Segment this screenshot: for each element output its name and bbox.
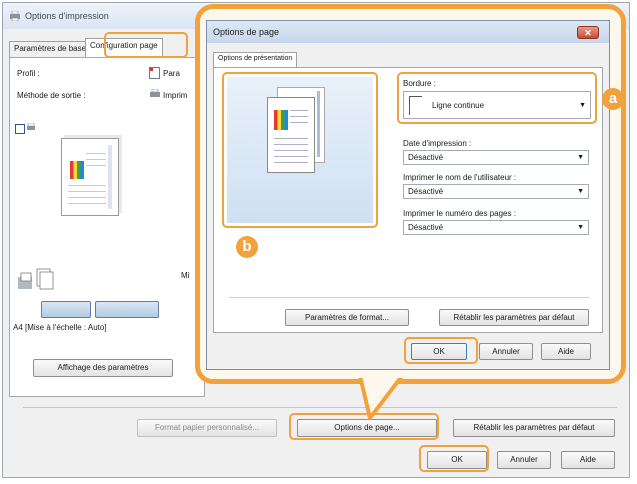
print-page-number-select[interactable]: Désactivé ▼: [403, 220, 589, 235]
booklet-layout-button[interactable]: [95, 301, 159, 318]
divider: [23, 407, 617, 408]
page-setup-tab-highlight: [104, 32, 188, 58]
dialog-restore-defaults-button[interactable]: Rétablir les paramètres par défaut: [439, 309, 589, 326]
printer-output-icon: [149, 88, 161, 101]
ok-button-highlight: [419, 445, 489, 472]
print-user-label: Imprimer le nom de l'utilisateur :: [403, 173, 517, 182]
side-label: Mi: [181, 271, 190, 280]
print-date-value: Désactivé: [408, 153, 444, 162]
dialog-help-button[interactable]: Aide: [541, 343, 591, 360]
tab-basic-settings[interactable]: Paramètres de base: [9, 41, 92, 58]
tab-content-panel: [9, 57, 205, 397]
duplex-layout-button[interactable]: [41, 301, 91, 318]
preview-mode-icon[interactable]: [15, 124, 25, 134]
format-settings-button[interactable]: Paramètres de format...: [285, 309, 409, 326]
tab-layout-options[interactable]: Options de présentation: [213, 52, 298, 68]
profile-icon: [149, 67, 160, 79]
print-user-value: Désactivé: [408, 187, 444, 196]
preview-highlight: [222, 72, 378, 228]
close-icon[interactable]: ✕: [577, 26, 599, 39]
help-button[interactable]: Aide: [561, 451, 615, 469]
dialog-title: Options de page: [213, 27, 280, 37]
printer-icon: [9, 10, 21, 22]
dialog-cancel-button[interactable]: Annuler: [479, 343, 533, 360]
print-date-label: Date d'impression :: [403, 139, 472, 148]
page-preview: [61, 138, 119, 216]
restore-defaults-button[interactable]: Rétablir les paramètres par défaut: [453, 419, 615, 437]
printer-mode-icon[interactable]: [26, 122, 36, 135]
callout-badge-b: b: [236, 236, 258, 258]
paper-stack-icon: [15, 267, 57, 297]
window-title: Options d'impression: [25, 11, 109, 21]
print-page-number-value: Désactivé: [408, 223, 444, 232]
cancel-button[interactable]: Annuler: [497, 451, 551, 469]
callout-badge-a: a: [602, 88, 624, 110]
border-setting-highlight: [397, 72, 597, 124]
dialog-divider: [229, 297, 589, 298]
output-method-value: Imprim: [163, 91, 188, 100]
dialog-ok-highlight: [404, 337, 478, 364]
callout-pointer: [358, 376, 404, 420]
view-settings-button[interactable]: Affichage des paramètres: [33, 359, 173, 377]
output-method-label: Méthode de sortie :: [17, 91, 86, 100]
dialog-title-bar: Options de page ✕: [207, 21, 609, 43]
profile-value: Para: [163, 69, 180, 78]
profile-label: Profil :: [17, 69, 40, 78]
custom-paper-button[interactable]: Format papier personnalisé...: [137, 419, 277, 437]
print-date-select[interactable]: Désactivé ▼: [403, 150, 589, 165]
print-user-select[interactable]: Désactivé ▼: [403, 184, 589, 199]
paper-info-text: A4 [Mise à l'échelle : Auto]: [13, 323, 107, 332]
print-page-number-label: Imprimer le numéro des pages :: [403, 209, 516, 218]
